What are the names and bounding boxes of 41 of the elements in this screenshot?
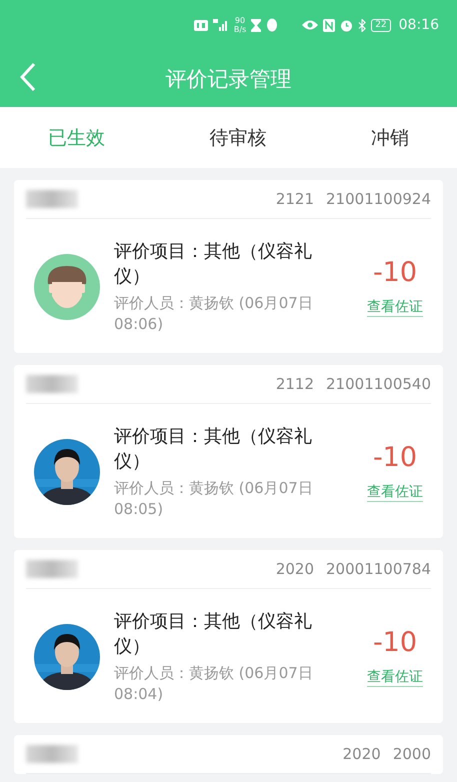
evaluator-info: 评价人员：黄扬钦 (06月07日 08:06) <box>114 293 314 335</box>
score-value: -10 <box>372 442 418 473</box>
view-evidence-link[interactable]: 查看佐证 <box>367 483 423 502</box>
clock-time: 08:16 <box>398 17 439 33</box>
evaluation-item: 评价项目：其他（仪容礼仪） <box>114 240 313 289</box>
alarm-icon <box>340 18 354 32</box>
student-id: 2000 <box>392 745 431 763</box>
redacted-name <box>26 745 78 763</box>
network-speed: 90 <box>234 16 246 25</box>
evaluation-item: 评价项目：其他（仪容礼仪） <box>114 610 313 659</box>
student-id: 21001100540 <box>326 375 431 393</box>
tab[interactable]: 已生效 <box>40 118 113 156</box>
redacted-name <box>26 375 78 393</box>
class-number: 2112 <box>276 375 314 393</box>
hourglass-icon <box>251 18 262 32</box>
avatar-icon <box>34 254 100 320</box>
battery-level: 22 <box>375 20 387 30</box>
score-value: -10 <box>372 627 418 658</box>
back-icon[interactable] <box>20 62 36 92</box>
student-id: 21001100924 <box>326 190 431 208</box>
view-evidence-link[interactable]: 查看佐证 <box>367 298 423 317</box>
hd-icon <box>194 20 208 30</box>
redacted-name <box>26 190 78 208</box>
student-id: 20001100784 <box>326 560 431 578</box>
score-value: -10 <box>372 257 418 288</box>
bluetooth-icon <box>358 18 366 32</box>
evaluator-info: 评价人员：黄扬钦 (06月07日 08:05) <box>114 478 314 520</box>
view-evidence-link[interactable]: 查看佐证 <box>367 668 423 687</box>
class-number: 2020 <box>276 560 314 578</box>
class-number: 2121 <box>276 190 314 208</box>
signal-icon <box>212 19 229 31</box>
class-number: 2020 <box>342 745 381 763</box>
evaluation-item: 评价项目：其他（仪容礼仪） <box>114 425 313 474</box>
page-title: 评价记录管理 <box>166 66 292 92</box>
tab[interactable]: 冲销 <box>363 118 417 156</box>
eye-icon <box>302 20 318 30</box>
redacted-name <box>26 560 78 578</box>
speed-unit: B/s <box>234 25 246 34</box>
evaluator-info: 评价人员：黄扬钦 (06月07日 08:04) <box>114 663 314 705</box>
nfc-icon <box>323 18 336 32</box>
tab[interactable]: 待审核 <box>202 118 274 156</box>
